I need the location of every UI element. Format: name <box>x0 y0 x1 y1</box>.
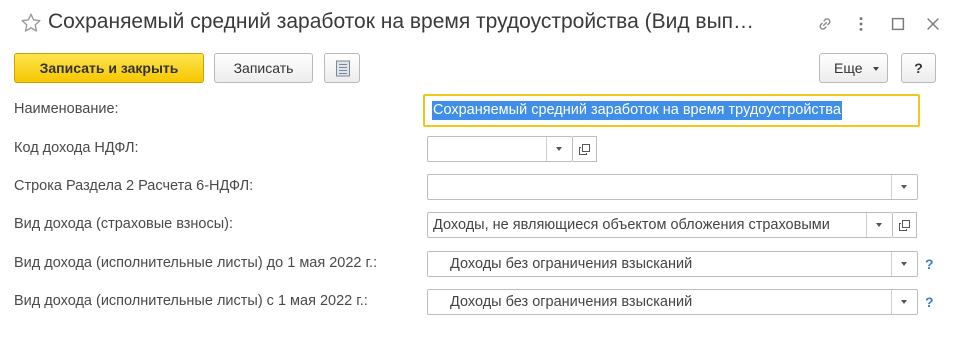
name-input-value: Сохраняемый средний заработок на время т… <box>432 101 842 120</box>
open-form-icon <box>899 220 910 231</box>
report-button[interactable] <box>324 53 360 83</box>
link-icon[interactable] <box>816 15 834 33</box>
ndfl-code-dropdown-button[interactable] <box>546 137 572 161</box>
close-icon[interactable] <box>924 15 942 33</box>
income-writs-before-label: Вид дохода (исполнительные листы) до 1 м… <box>14 255 378 271</box>
more-button[interactable]: Еще <box>819 53 888 83</box>
income-writs-after-dropdown-button[interactable] <box>891 290 917 314</box>
line-6ndfl-input[interactable] <box>427 174 918 200</box>
income-writs-before-select[interactable]: Доходы без ограничения взысканий <box>427 251 918 277</box>
star-icon[interactable] <box>20 12 42 34</box>
income-writs-after-label: Вид дохода (исполнительные листы) с 1 ма… <box>14 293 368 309</box>
income-insurance-value: Доходы, не являющиеся объектом обложения… <box>433 217 830 233</box>
line-6ndfl-dropdown-button[interactable] <box>891 175 917 199</box>
form-row-ndfl-code: Код дохода НДФЛ: <box>0 136 959 164</box>
income-writs-after-value: Доходы без ограничения взысканий <box>450 294 693 310</box>
report-list-icon <box>336 60 350 77</box>
income-writs-before-dropdown-button[interactable] <box>891 252 917 276</box>
income-writs-after-select[interactable]: Доходы без ограничения взысканий <box>427 289 918 315</box>
name-input[interactable]: Сохраняемый средний заработок на время т… <box>423 94 920 127</box>
name-label: Наименование: <box>14 101 119 117</box>
title-bar: Сохраняемый средний заработок на время т… <box>0 0 959 52</box>
maximize-icon[interactable] <box>889 15 907 33</box>
form-row-6ndfl-line: Строка Раздела 2 Расчета 6-НДФЛ: <box>0 174 959 202</box>
form-row-income-insurance: Вид дохода (страховые взносы): Доходы, н… <box>0 212 959 240</box>
more-vertical-icon[interactable] <box>852 15 870 33</box>
save-button[interactable]: Записать <box>214 53 313 83</box>
income-insurance-dropdown-button[interactable] <box>866 213 892 237</box>
help-button[interactable]: ? <box>901 53 936 83</box>
line-6ndfl-label: Строка Раздела 2 Расчета 6-НДФЛ: <box>14 178 254 194</box>
form-row-income-writs-before: Вид дохода (исполнительные листы) до 1 м… <box>0 251 959 279</box>
chevron-down-icon <box>873 67 879 71</box>
open-form-icon <box>579 144 590 155</box>
more-button-label: Еще <box>834 60 863 76</box>
save-and-close-button[interactable]: Записать и закрыть <box>14 53 204 83</box>
form-row-income-writs-after: Вид дохода (исполнительные листы) с 1 ма… <box>0 289 959 317</box>
ndfl-code-open-button[interactable] <box>573 136 597 162</box>
income-insurance-label: Вид дохода (страховые взносы): <box>14 216 234 232</box>
income-writs-before-help-link[interactable]: ? <box>925 256 934 272</box>
ndfl-code-input[interactable] <box>427 136 573 162</box>
income-writs-before-value: Доходы без ограничения взысканий <box>450 256 693 272</box>
ndfl-code-label: Код дохода НДФЛ: <box>14 140 139 156</box>
window-title: Сохраняемый средний заработок на время т… <box>48 10 755 33</box>
income-insurance-input[interactable]: Доходы, не являющиеся объектом обложения… <box>427 212 893 238</box>
income-writs-after-help-link[interactable]: ? <box>925 294 934 310</box>
income-insurance-open-button[interactable] <box>893 212 917 238</box>
command-bar: Записать и закрыть Записать Еще ? <box>0 52 959 88</box>
